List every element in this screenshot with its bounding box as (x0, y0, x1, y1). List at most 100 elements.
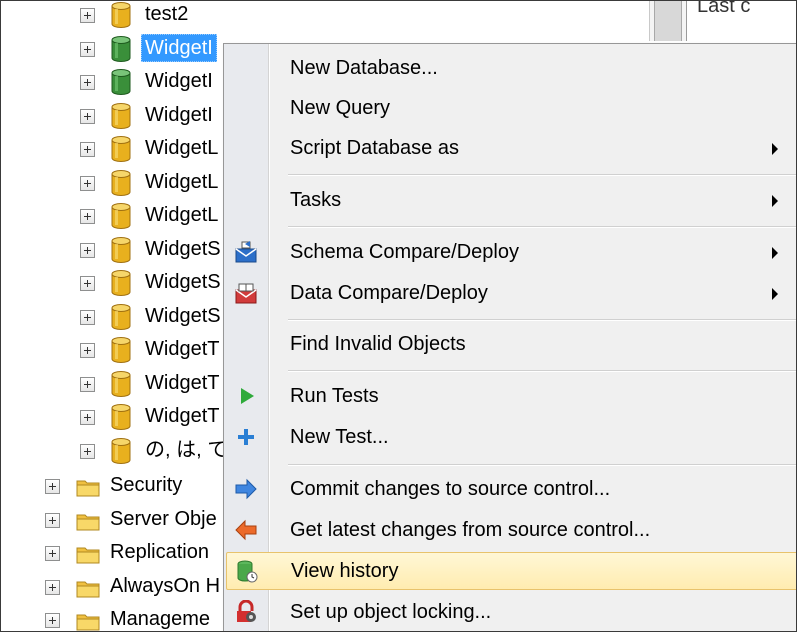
menu-separator (288, 464, 796, 466)
folder-icon (76, 579, 100, 598)
menu-separator (288, 319, 796, 321)
expand-icon[interactable] (80, 209, 95, 224)
expand-icon[interactable] (80, 276, 95, 291)
data-compare-icon (234, 281, 258, 305)
menu-item-label: Script Database as (290, 137, 459, 159)
menu-separator (288, 226, 796, 228)
tree-node-label: WidgetL (145, 170, 219, 193)
tree-node-label: WidgetS (145, 237, 221, 260)
expand-icon[interactable] (45, 512, 60, 528)
menu-separator (288, 370, 796, 372)
arrow-right-icon (234, 477, 258, 501)
tree-node-label: WidgetI (141, 33, 217, 62)
expand-icon[interactable] (80, 376, 95, 392)
database-yellow-icon (111, 236, 131, 263)
menu-separator (288, 174, 796, 176)
menu-item-schema-compare[interactable]: Schema Compare/Deploy (226, 234, 796, 270)
expand-icon[interactable] (45, 579, 60, 595)
menu-item-get-latest[interactable]: Get latest changes from source control..… (226, 512, 796, 548)
expand-icon[interactable] (80, 142, 95, 157)
menu-item-label: Commit changes to source control... (290, 478, 611, 500)
menu-item-new-query[interactable]: New Query (226, 90, 796, 126)
menu-item-run-tests[interactable]: Run Tests (226, 378, 796, 414)
database-yellow-icon (111, 437, 131, 464)
database-yellow-icon (111, 270, 131, 296)
context-menu: New Database... New Query Script Databas… (223, 43, 796, 631)
menu-item-label: Find Invalid Objects (290, 333, 466, 355)
tree-node-label: WidgetT (145, 371, 220, 394)
tree-node-label: WidgetL (145, 204, 219, 226)
menu-item-new-test[interactable]: New Test... (226, 419, 796, 455)
menu-item-tasks[interactable]: Tasks (226, 182, 796, 218)
tree-node-label: WidgetS (145, 304, 221, 327)
expand-icon[interactable] (80, 343, 95, 358)
menu-item-label: Tasks (290, 189, 342, 211)
expand-icon[interactable] (45, 479, 60, 494)
expand-icon[interactable] (80, 410, 95, 425)
menu-item-label: Data Compare/Deploy (290, 282, 488, 304)
expand-icon[interactable] (80, 309, 95, 325)
database-yellow-icon (111, 136, 131, 162)
tree-node-label: Security (110, 474, 183, 496)
expand-icon[interactable] (80, 443, 95, 459)
scrollbar[interactable] (654, 1, 682, 41)
database-yellow-icon (111, 404, 131, 430)
submenu-arrow-icon (772, 143, 778, 155)
database-yellow-icon (111, 203, 131, 229)
tree-node-label: WidgetL (145, 137, 219, 159)
expand-icon[interactable] (80, 242, 95, 258)
menu-item-label: New Query (290, 97, 391, 119)
menu-item-label: New Test... (290, 426, 389, 448)
menu-item-object-locking[interactable]: Set up object locking... (226, 594, 796, 630)
schema-compare-icon (234, 240, 258, 264)
tree-node-label: Server Obje (110, 507, 217, 530)
tree-node-label: Manageme (110, 608, 211, 630)
menu-item-new-database[interactable]: New Database... (226, 50, 796, 86)
expand-icon[interactable] (45, 546, 60, 561)
expand-icon[interactable] (80, 108, 95, 124)
menu-item-script-database-as[interactable]: Script Database as (226, 130, 796, 166)
tree-node-label: の, は, て (145, 438, 228, 461)
folder-icon (76, 478, 100, 497)
menu-item-commit-changes[interactable]: Commit changes to source control... (226, 471, 796, 507)
expand-icon[interactable] (80, 75, 95, 90)
database-yellow-icon (111, 102, 131, 129)
expand-icon[interactable] (80, 8, 95, 23)
tree-node-label: test2 (145, 3, 189, 25)
tree-node-label: WidgetI (145, 70, 213, 92)
database-yellow-icon (111, 370, 131, 397)
menu-item-find-invalid-objects[interactable]: Find Invalid Objects (226, 326, 796, 362)
menu-item-label: Run Tests (290, 385, 379, 407)
tree-node-test2[interactable]: test2 (1, 1, 281, 30)
tree-node-label: WidgetT (145, 338, 220, 360)
submenu-arrow-icon (772, 288, 778, 300)
menu-item-label: Set up object locking... (290, 601, 492, 623)
database-yellow-icon (111, 337, 131, 363)
submenu-arrow-icon (772, 195, 778, 207)
database-yellow-icon (111, 2, 131, 28)
tree-node-label: WidgetT (145, 405, 220, 427)
submenu-arrow-icon (772, 247, 778, 259)
expand-icon[interactable] (80, 41, 95, 57)
tree-node-label: WidgetS (145, 271, 221, 293)
history-icon (235, 559, 259, 583)
expand-icon[interactable] (45, 613, 60, 628)
folder-icon (76, 512, 100, 531)
folder-icon (76, 545, 100, 564)
menu-item-label: View history (291, 560, 399, 582)
tree-node-label: WidgetI (145, 103, 213, 126)
object-explorer-window: Last c test2 WidgetI WidgetI WidgetI WidgetL… (0, 0, 797, 632)
menu-item-data-compare[interactable]: Data Compare/Deploy (226, 275, 796, 311)
plus-icon (234, 425, 258, 449)
database-yellow-icon (111, 169, 131, 196)
menu-item-view-history[interactable]: View history (226, 552, 796, 590)
details-header-text: Last c (697, 0, 751, 17)
database-yellow-icon (111, 303, 131, 330)
menu-item-label: Schema Compare/Deploy (290, 241, 519, 263)
tree-node-label: AlwaysOn H (110, 574, 221, 597)
play-icon (234, 384, 258, 408)
database-green-icon (111, 69, 131, 95)
database-green-icon (111, 35, 131, 62)
folder-icon (76, 612, 100, 631)
expand-icon[interactable] (80, 175, 95, 191)
